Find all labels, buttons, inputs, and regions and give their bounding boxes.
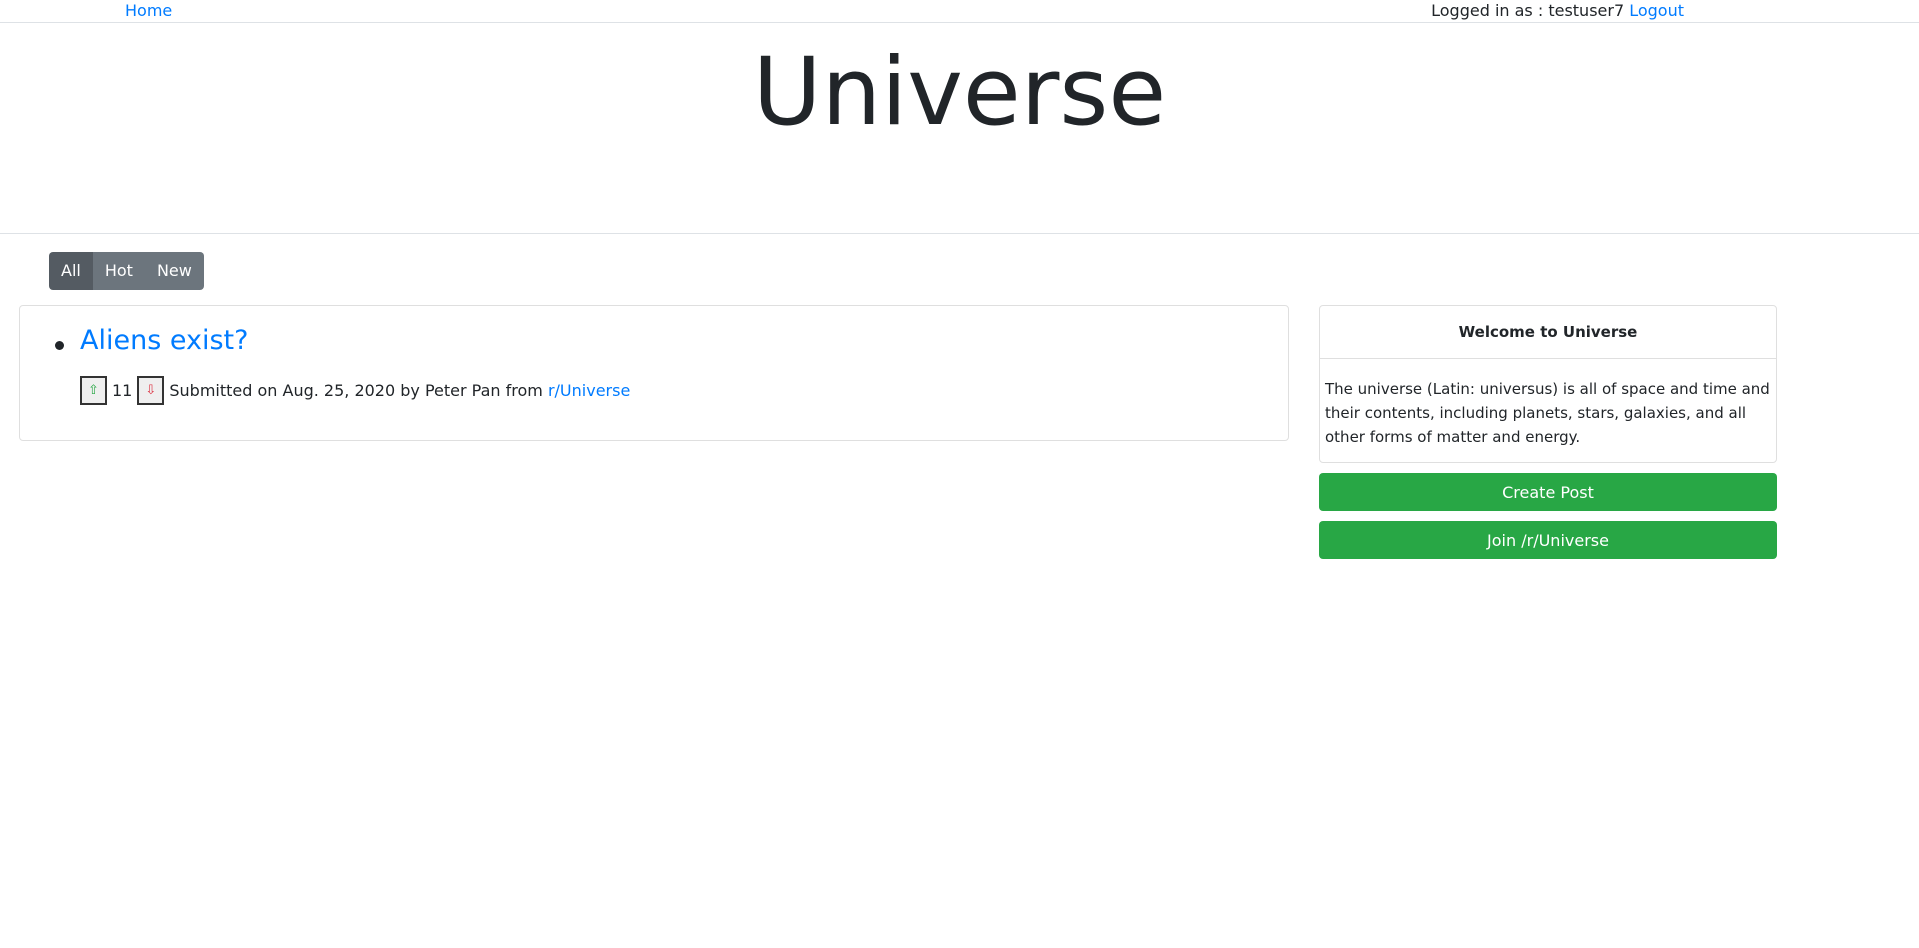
create-post-button[interactable]: Create Post: [1319, 473, 1777, 511]
post-score: 11: [112, 381, 133, 400]
sidebar-card: Welcome to Universe The universe (Latin:…: [1319, 305, 1777, 463]
top-navbar: Home Logged in as : testuser7 Logout: [0, 0, 1919, 23]
tab-all[interactable]: All: [49, 252, 93, 290]
post-submitted-text: Submitted on Aug. 25, 2020 by Peter Pan …: [169, 381, 543, 400]
community-description: The universe (Latin: universus) is all o…: [1325, 380, 1770, 446]
community-banner: Universe: [0, 23, 1919, 234]
sidebar-header: Welcome to Universe: [1320, 306, 1776, 359]
post-meta: ⇧ 11 ⇩ Submitted on Aug. 25, 2020 by Pet…: [80, 376, 630, 405]
community-link[interactable]: r/Universe: [548, 381, 630, 400]
arrow-up-icon: ⇧: [88, 383, 99, 398]
posts-card: Aliens exist? ⇧ 11 ⇩ Submitted on Aug. 2…: [19, 305, 1289, 441]
sort-tabs: All Hot New: [49, 252, 204, 290]
tab-new[interactable]: New: [144, 252, 204, 290]
downvote-button[interactable]: ⇩: [137, 376, 165, 405]
tab-hot[interactable]: Hot: [92, 252, 145, 290]
user-status: Logged in as : testuser7 Logout: [1431, 0, 1684, 22]
logout-link[interactable]: Logout: [1629, 1, 1684, 20]
join-community-button[interactable]: Join /r/Universe: [1319, 521, 1777, 559]
page-title: Universe: [752, 38, 1167, 147]
post-title-link[interactable]: Aliens exist?: [80, 325, 248, 357]
logged-in-text: Logged in as : testuser7: [1431, 1, 1625, 20]
home-link[interactable]: Home: [125, 0, 172, 22]
upvote-button[interactable]: ⇧: [80, 376, 107, 405]
bullet-icon: [55, 341, 64, 350]
arrow-down-icon: ⇩: [145, 383, 157, 398]
